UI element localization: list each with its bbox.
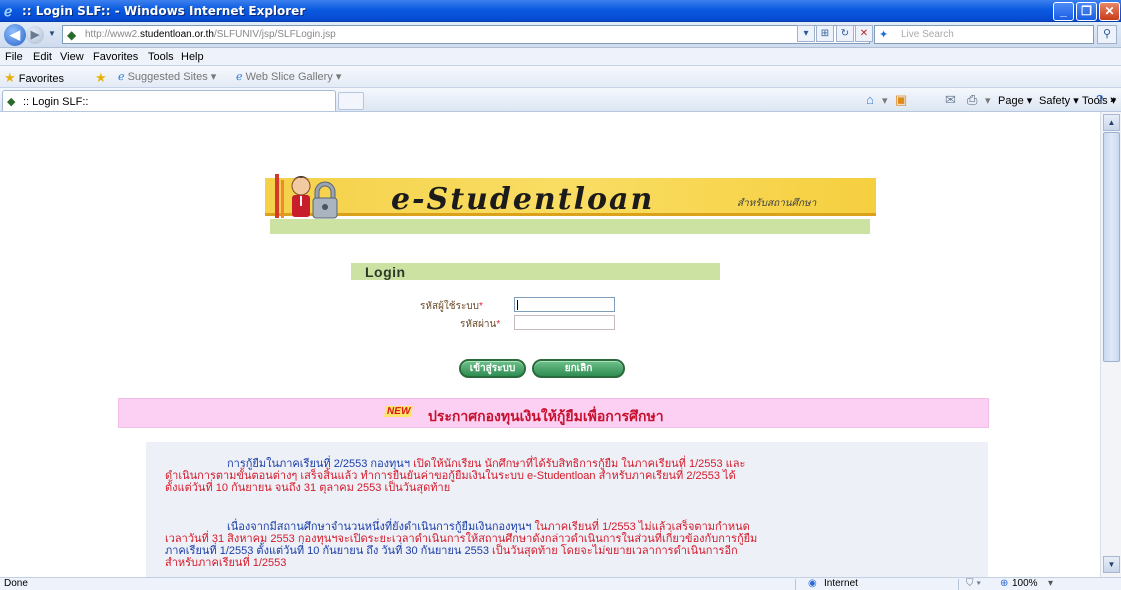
password-label: รหัสผ่าน* bbox=[460, 319, 501, 330]
banner-green-band bbox=[270, 219, 870, 234]
tab-label: :: Login SLF:: bbox=[23, 96, 89, 108]
menu-view[interactable]: View bbox=[60, 51, 84, 63]
status-text: Done bbox=[4, 578, 28, 589]
favorites-button[interactable]: ★ Favorites bbox=[4, 70, 64, 86]
page-menu[interactable]: Page ▾ bbox=[998, 94, 1032, 107]
announcement-banner: NEW ประกาศกองทุนเงินให้กู้ยืมเพื่อการศึก… bbox=[118, 398, 989, 428]
new-badge-icon: NEW bbox=[384, 406, 414, 417]
live-search-icon: ✦ bbox=[879, 29, 889, 41]
help-icon[interactable]: ? bbox=[1096, 92, 1103, 107]
page-content: e-Studentloan สำหรับสถานศึกษา Login รหัส… bbox=[0, 112, 1100, 577]
new-tab-button[interactable] bbox=[338, 92, 364, 110]
internet-zone-icon: ◉ bbox=[808, 578, 817, 589]
login-header: Login bbox=[351, 263, 720, 280]
compatibility-view-icon[interactable]: ⊞ bbox=[816, 25, 834, 42]
home-icon[interactable]: ⌂ bbox=[866, 92, 874, 107]
site-favicon-icon: ◆ bbox=[67, 28, 77, 42]
suggested-sites-link[interactable]: ℯ Suggested Sites ▾ bbox=[118, 70, 216, 83]
web-slice-icon: ℯ bbox=[236, 71, 243, 83]
more-commands-button[interactable]: » bbox=[1110, 94, 1116, 106]
notice-p2-line4: สำหรับภาคเรียนที่ 1/2553 bbox=[165, 557, 287, 569]
back-button[interactable]: ◀ bbox=[4, 24, 26, 46]
close-button[interactable]: ✕ bbox=[1099, 2, 1120, 21]
forward-button[interactable]: ▶ bbox=[26, 26, 44, 44]
search-placeholder: Live Search bbox=[901, 29, 954, 40]
ie-logo-icon: ℯ bbox=[4, 3, 13, 19]
scroll-up-arrow-icon[interactable]: ▲ bbox=[1103, 114, 1120, 131]
vertical-scrollbar[interactable]: ▲ ▼ bbox=[1100, 112, 1121, 577]
read-mail-icon[interactable]: ✉ bbox=[945, 92, 956, 108]
menu-edit[interactable]: Edit bbox=[33, 51, 52, 63]
password-field[interactable] bbox=[514, 315, 615, 330]
notice-p2-line3: ภาคเรียนที่ 1/2553 ตั้งแต่วันที่ 10 กันย… bbox=[165, 545, 738, 557]
print-dropdown-icon[interactable]: ▾ bbox=[985, 94, 991, 107]
username-label: รหัสผู้ใช้ระบบ* bbox=[420, 301, 483, 312]
web-slice-gallery-link[interactable]: ℯ Web Slice Gallery ▾ bbox=[236, 70, 341, 83]
suggested-sites-icon: ℯ bbox=[118, 71, 125, 83]
login-button[interactable]: เข้าสู่ระบบ bbox=[459, 359, 526, 378]
recent-pages-dropdown-icon[interactable]: ▼ bbox=[48, 29, 56, 38]
brand-subtitle: สำหรับสถานศึกษา bbox=[737, 198, 817, 209]
student-lock-logo-icon bbox=[275, 174, 338, 219]
notice-panel: การกู้ยืมในภาคเรียนที่ 2/2553 กองทุนฯ เป… bbox=[146, 442, 988, 577]
username-field[interactable] bbox=[514, 297, 615, 312]
url-field[interactable]: ◆ http://www2.studentloan.or.th/SLFUNIV/… bbox=[62, 25, 870, 44]
login-heading: Login bbox=[365, 264, 406, 280]
star-icon: ★ bbox=[4, 70, 16, 85]
protected-mode-icon[interactable]: ⛉ ▾ bbox=[966, 578, 981, 589]
add-favorites-icon[interactable]: ★ bbox=[95, 70, 107, 86]
print-icon[interactable]: ⎙ bbox=[967, 92, 977, 108]
notice-p2-line1: เนื่องจากมีสถานศึกษาจำนวนหนึ่งที่ยังดำเน… bbox=[227, 521, 750, 533]
brand-title: e-Studentloan bbox=[391, 182, 655, 217]
home-dropdown-icon[interactable]: ▾ bbox=[882, 94, 888, 107]
title-bar: ℯ :: Login SLF:: - Windows Internet Expl… bbox=[0, 0, 1121, 22]
zone-label: Internet bbox=[824, 578, 858, 589]
search-icon[interactable]: ⚲ bbox=[1097, 25, 1117, 44]
status-bar: Done ◉ Internet ⛉ ▾ ⊕ 100% ▾ bbox=[0, 577, 1121, 590]
address-bar: ◀ ▶ ▼ ◆ http://www2.studentloan.or.th/SL… bbox=[0, 22, 1121, 48]
zoom-level[interactable]: 100% bbox=[1012, 578, 1038, 589]
site-banner: e-Studentloan สำหรับสถานศึกษา bbox=[265, 166, 876, 234]
scroll-thumb[interactable] bbox=[1103, 132, 1120, 362]
favorites-bar: ★ Favorites ★ ℯ Suggested Sites ▾ ℯ Web … bbox=[0, 66, 1121, 88]
announcement-title: ประกาศกองทุนเงินให้กู้ยืมเพื่อการศึกษา bbox=[428, 408, 664, 424]
notice-p1-line3: ตั้งแต่วันที่ 10 กันยายน จนถึง 31 ตุลาคม… bbox=[165, 482, 451, 494]
refresh-icon[interactable]: ↻ bbox=[836, 25, 854, 42]
zoom-dropdown-icon[interactable]: ▾ bbox=[1048, 578, 1053, 589]
menu-bar: File Edit View Favorites Tools Help bbox=[0, 48, 1121, 66]
safety-menu[interactable]: Safety ▾ bbox=[1039, 94, 1079, 107]
zoom-icon[interactable]: ⊕ bbox=[1000, 578, 1008, 589]
window-title: :: Login SLF:: - Windows Internet Explor… bbox=[22, 4, 306, 18]
tab-bar: ◆ :: Login SLF:: ⌂ ▾ ▣ ✉ ⎙ ▾ Page ▾ Safe… bbox=[0, 88, 1121, 112]
notice-p2-line2: เวลาวันที่ 31 สิงหาคม 2553 กองทุนฯจะเปิด… bbox=[165, 533, 758, 545]
scroll-down-arrow-icon[interactable]: ▼ bbox=[1103, 556, 1120, 573]
menu-tools[interactable]: Tools bbox=[148, 51, 174, 63]
stop-icon[interactable]: ✕ bbox=[855, 25, 873, 42]
menu-file[interactable]: File bbox=[5, 51, 23, 63]
url-dropdown-icon[interactable]: ▾ bbox=[797, 25, 815, 42]
feeds-icon[interactable]: ▣ bbox=[895, 92, 907, 108]
notice-p1-line2: ดำเนินการตามขั้นตอนต่างๆ เสร็จสิ้นแล้ว ท… bbox=[165, 470, 736, 482]
menu-favorites[interactable]: Favorites bbox=[93, 51, 138, 63]
tab-favicon-icon: ◆ bbox=[7, 96, 16, 108]
search-input[interactable]: ✦ Live Search bbox=[874, 25, 1094, 44]
minimize-button[interactable]: _ bbox=[1053, 2, 1074, 21]
url-text[interactable]: http://www2.studentloan.or.th/SLFUNIV/js… bbox=[85, 29, 336, 40]
maximize-button[interactable]: ❐ bbox=[1076, 2, 1097, 21]
text-caret bbox=[517, 300, 518, 310]
notice-p1-line1: การกู้ยืมในภาคเรียนที่ 2/2553 กองทุนฯ เป… bbox=[227, 458, 746, 470]
cancel-button[interactable]: ยกเลิก bbox=[532, 359, 625, 378]
menu-help[interactable]: Help bbox=[181, 51, 204, 63]
tab-login[interactable]: ◆ :: Login SLF:: bbox=[2, 90, 336, 111]
